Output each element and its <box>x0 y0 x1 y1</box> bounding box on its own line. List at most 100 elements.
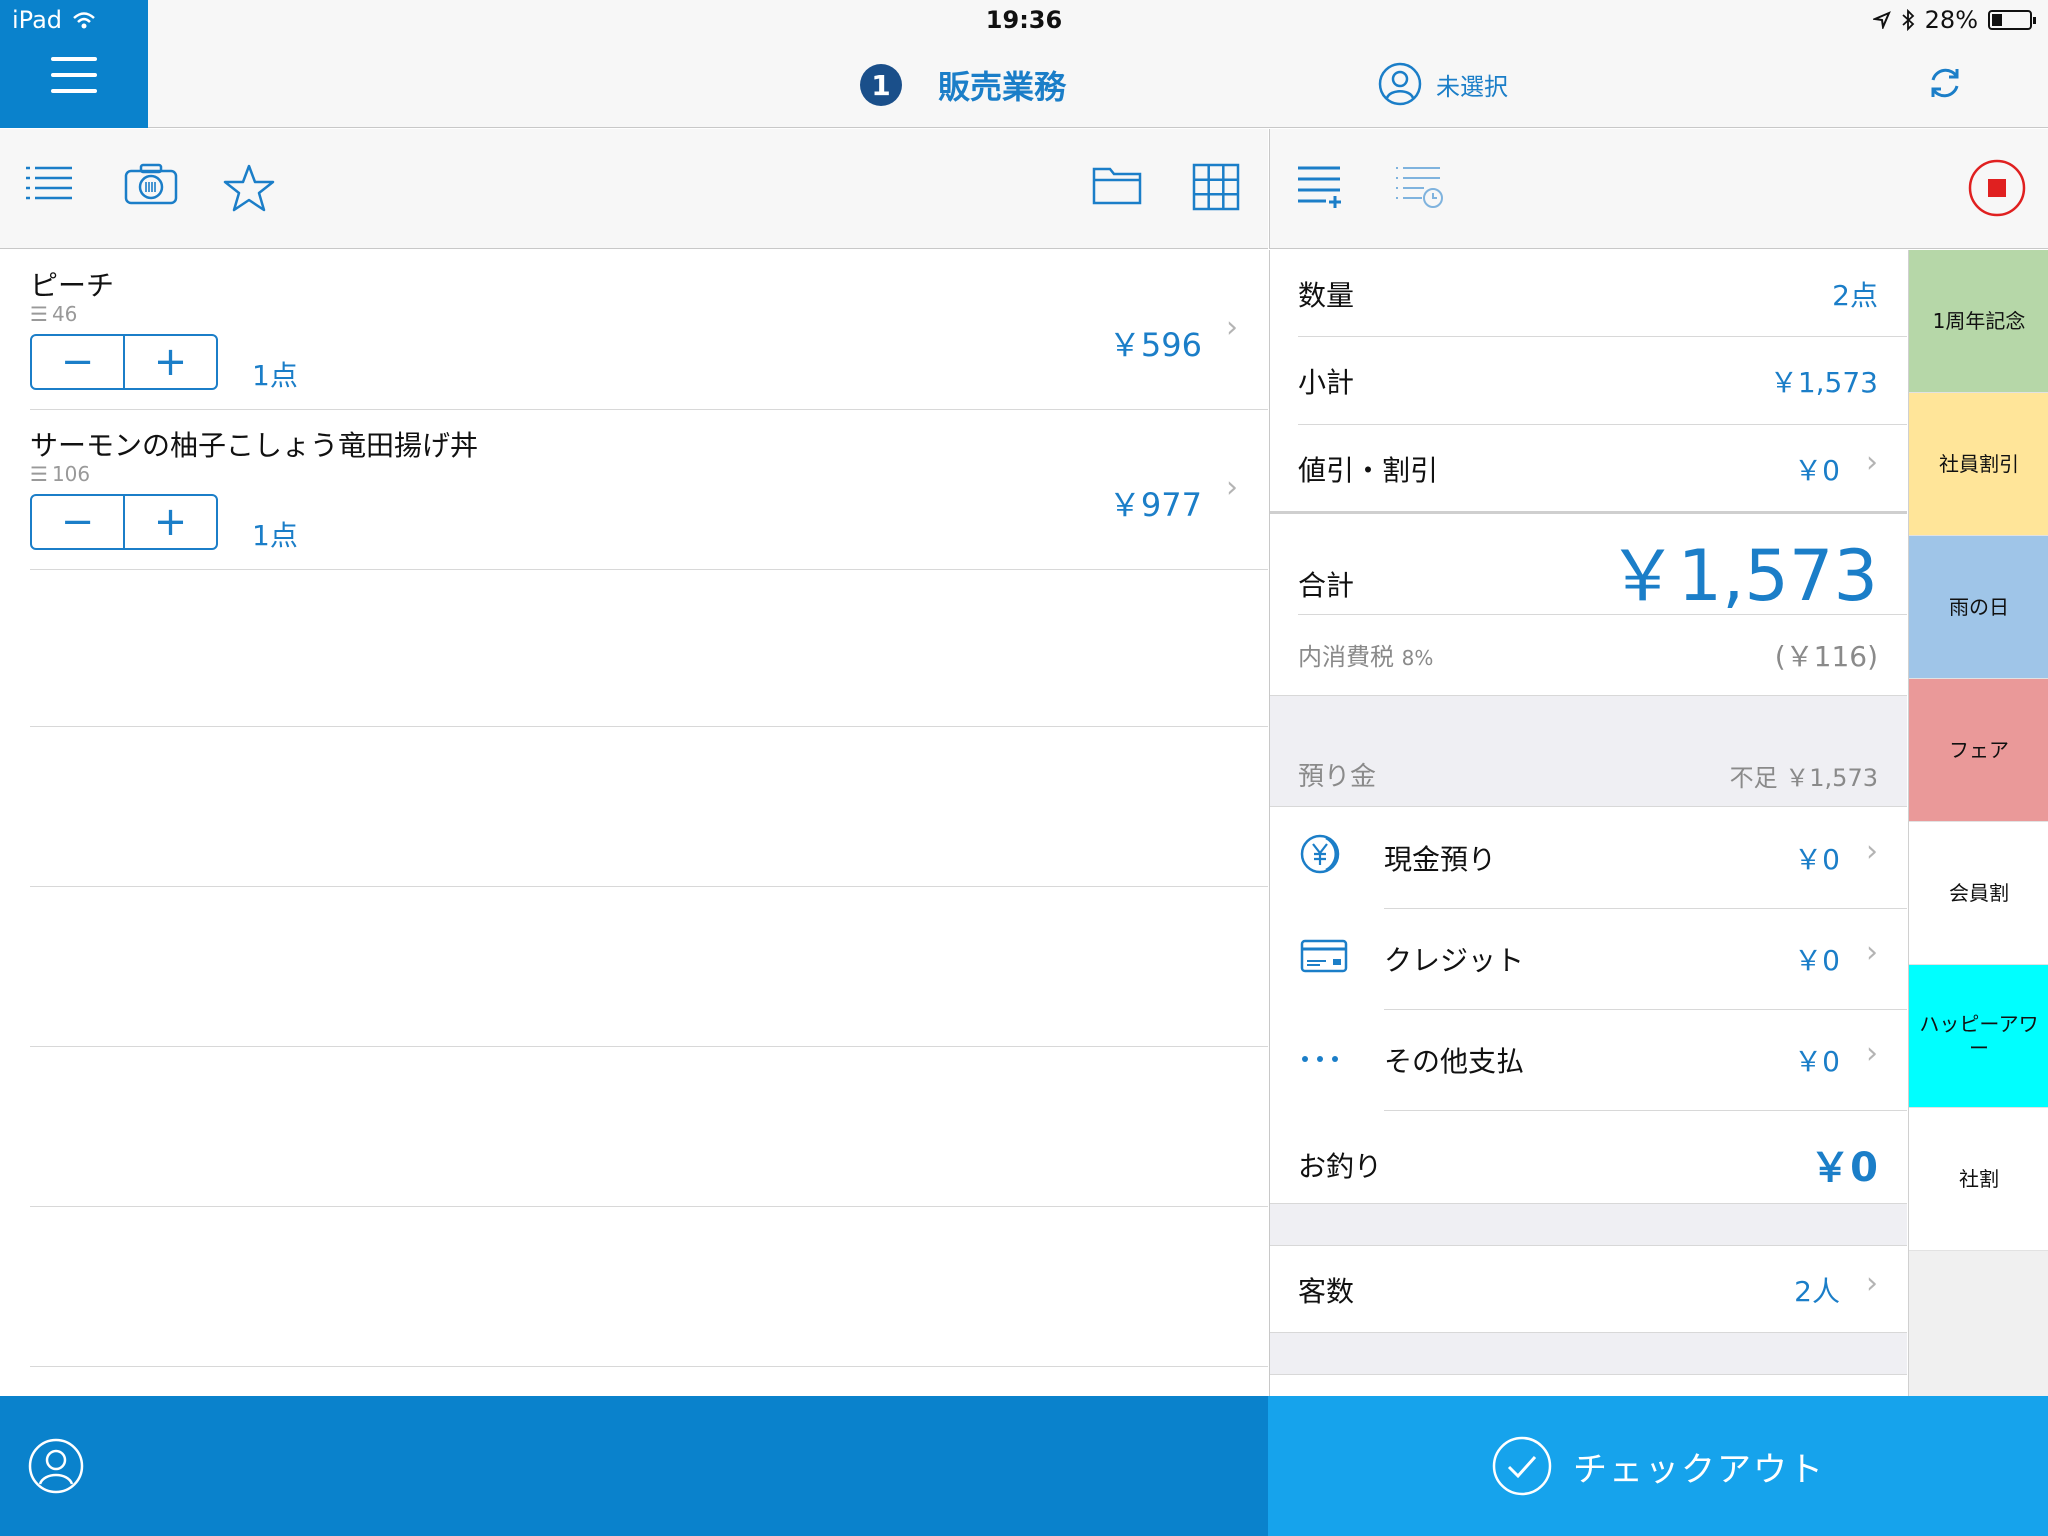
total-value: ￥1,573 <box>1607 535 1878 617</box>
change-value: ￥0 <box>1810 1145 1878 1191</box>
cash-payment-row[interactable]: 現金預り ￥0 › <box>1270 808 1907 908</box>
item-stock: ☰ 106 <box>30 462 90 486</box>
item-quantity: 1点 <box>252 359 298 392</box>
decrement-button[interactable]: − <box>32 496 125 548</box>
guests-label: 客数 <box>1298 1275 1355 1308</box>
discount-tag[interactable]: 1周年記念 <box>1909 250 2048 393</box>
spacer-band <box>1270 1203 1907 1246</box>
status-right: 28% <box>1872 6 2036 34</box>
checkmark-circle-icon <box>1492 1436 1552 1496</box>
refresh-icon[interactable] <box>1926 64 1964 102</box>
item-name: ピーチ <box>30 269 115 302</box>
other-value: ￥0 <box>1794 1045 1840 1078</box>
page-title: 販売業務 <box>938 68 1067 106</box>
discount-row[interactable]: 値引・割引 ￥0 › <box>1270 425 1907 511</box>
item-price: ￥977 <box>1108 486 1202 524</box>
credit-card-icon <box>1300 939 1348 973</box>
quantity-value: 2点 <box>1832 279 1878 312</box>
item-price: ￥596 <box>1108 326 1202 364</box>
quantity-stepper: − + <box>30 494 218 550</box>
folder-icon[interactable] <box>1092 163 1142 205</box>
quantity-row: 数量 2点 <box>1270 250 1907 336</box>
favorite-star-icon[interactable] <box>222 163 276 213</box>
other-payment-row[interactable]: その他支払 ￥0 › <box>1270 1010 1907 1110</box>
cash-value: ￥0 <box>1794 843 1840 876</box>
change-label: お釣り <box>1298 1150 1383 1183</box>
discount-tag[interactable]: フェア <box>1909 679 2048 822</box>
customer-avatar-icon[interactable] <box>28 1438 84 1494</box>
chevron-right-icon: › <box>1866 445 1878 480</box>
tax-label-text: 内消費税 <box>1298 643 1394 671</box>
deposit-label: 預り金 <box>1298 762 1377 792</box>
credit-label: クレジット <box>1384 944 1525 977</box>
hamburger-icon <box>51 57 97 93</box>
history-list-icon[interactable] <box>1394 163 1444 211</box>
guests-value: 2人 <box>1794 1275 1840 1308</box>
increment-button[interactable]: + <box>125 496 216 548</box>
chevron-right-icon: › <box>1866 935 1878 970</box>
subtotal-value: ￥1,573 <box>1769 366 1878 399</box>
stock-count: 46 <box>51 302 78 326</box>
quantity-stepper: − + <box>30 334 218 390</box>
cart-item-row[interactable]: ピーチ ☰ 46 − + 1点 ￥596 › <box>30 250 1268 410</box>
other-label: その他支払 <box>1384 1045 1525 1078</box>
tax-rate: 8% <box>1401 646 1434 670</box>
discount-label: 値引・割引 <box>1298 454 1439 487</box>
grid-view-icon[interactable] <box>1192 163 1240 211</box>
spacer-band <box>1270 1332 1907 1375</box>
credit-payment-row[interactable]: クレジット ￥0 › <box>1270 909 1907 1009</box>
customer-bar <box>0 1396 1268 1536</box>
status-time: 19:36 <box>985 6 1063 34</box>
discount-tag[interactable]: 会員割 <box>1909 822 2048 965</box>
decrement-button[interactable]: − <box>32 336 125 388</box>
cart-item-row[interactable]: サーモンの柚子こしょう竜田揚げ丼 ☰ 106 − + 1点 ￥977 › <box>30 410 1268 570</box>
discount-value: ￥0 <box>1794 454 1840 487</box>
discount-tag-column: 1周年記念 社員割引 雨の日 フェア 会員割 ハッピーアワー 社割 <box>1908 250 2048 1396</box>
chevron-right-icon: › <box>1866 834 1878 869</box>
status-left: iPad <box>12 6 96 34</box>
discount-tag[interactable]: 社割 <box>1909 1108 2048 1251</box>
stock-count: 106 <box>51 462 91 486</box>
discount-tag[interactable]: ハッピーアワー <box>1909 965 2048 1108</box>
quantity-label: 数量 <box>1298 279 1355 312</box>
battery-percent: 28% <box>1924 6 1978 34</box>
item-name: サーモンの柚子こしょう竜田揚げ丼 <box>30 429 479 462</box>
cart-item-list: ピーチ ☰ 46 − + 1点 ￥596 › サーモンの柚子こしょう竜田揚げ丼 … <box>0 250 1268 1396</box>
register-number-badge: 1 <box>860 64 902 106</box>
empty-row-divider <box>30 1366 1268 1367</box>
tax-label: 内消費税 8% <box>1298 637 1433 672</box>
title-area: 1 販売業務 <box>860 62 1066 108</box>
stop-record-icon[interactable] <box>1968 159 2026 217</box>
subtotal-label: 小計 <box>1298 366 1355 399</box>
checkout-label: チェックアウト <box>1573 1449 1825 1490</box>
barcode-camera-icon[interactable] <box>124 163 178 205</box>
stock-icon: ☰ <box>30 462 48 486</box>
bluetooth-icon <box>1902 9 1914 31</box>
empty-row-divider <box>30 1046 1268 1047</box>
list-view-icon[interactable] <box>26 163 74 203</box>
total-row: 合計 ￥1,573 <box>1270 514 1907 617</box>
chevron-right-icon: › <box>1866 1036 1878 1071</box>
empty-row-divider <box>30 886 1268 887</box>
staff-avatar-icon <box>1378 62 1422 106</box>
item-quantity: 1点 <box>252 519 298 552</box>
discount-tag[interactable]: 雨の日 <box>1909 536 2048 679</box>
item-stock: ☰ 46 <box>30 302 77 326</box>
battery-icon <box>1988 10 2036 30</box>
staff-selector[interactable]: 未選択 <box>1378 62 1508 106</box>
cart-toolbar <box>1269 129 2048 249</box>
discount-tag[interactable]: 社員割引 <box>1909 393 2048 536</box>
yen-coin-icon <box>1300 834 1340 874</box>
guests-row[interactable]: 客数 2人 › <box>1270 1246 1907 1332</box>
chevron-right-icon: › <box>1226 310 1238 345</box>
stock-icon: ☰ <box>30 302 48 326</box>
chevron-right-icon: › <box>1226 470 1238 505</box>
empty-row-divider <box>30 726 1268 727</box>
increment-button[interactable]: + <box>125 336 216 388</box>
cash-label: 現金預り <box>1384 843 1497 876</box>
status-bar: iPad 19:36 28% <box>0 0 2048 40</box>
add-to-list-icon[interactable] <box>1296 163 1344 211</box>
deposit-header: 預り金 不足 ￥1,573 <box>1270 695 1907 807</box>
checkout-button[interactable]: チェックアウト <box>1268 1396 2048 1536</box>
chevron-right-icon: › <box>1866 1266 1878 1301</box>
